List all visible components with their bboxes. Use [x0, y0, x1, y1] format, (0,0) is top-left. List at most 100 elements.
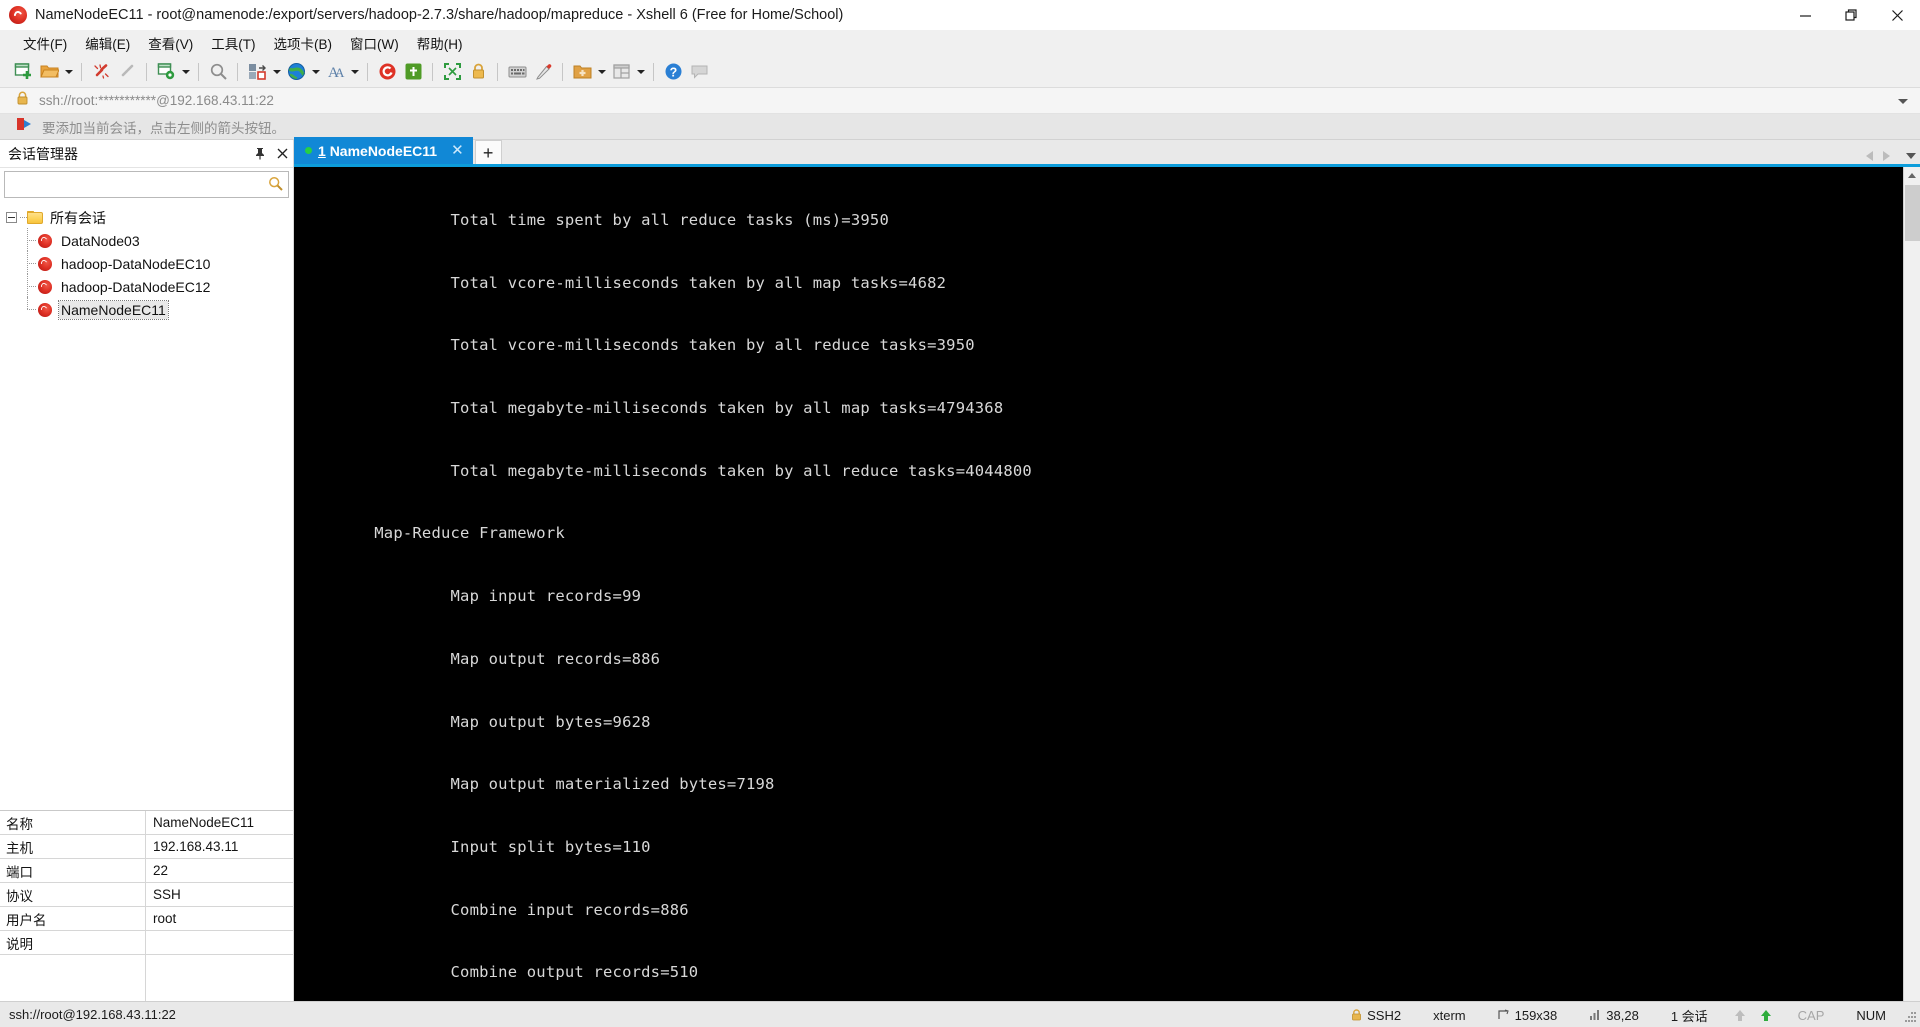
globe-icon[interactable] [283, 59, 309, 85]
transfer-file-icon[interactable] [244, 59, 270, 85]
layout-dropdown-icon[interactable] [634, 59, 647, 85]
sidebar-item-hadoop-datanodeec10[interactable]: hadoop-DataNodeEC10 [0, 251, 293, 275]
minimize-button[interactable] [1782, 0, 1828, 30]
new-tab-button[interactable]: + [474, 140, 502, 164]
terminal-line: Combine output records=510 [298, 963, 699, 982]
font-icon[interactable]: A A [322, 59, 348, 85]
sidebar-item-hadoop-datanodeec12[interactable]: hadoop-DataNodeEC12 [0, 274, 293, 298]
menu-help[interactable]: 帮助(H) [408, 30, 472, 56]
terminal-line: Map output materialized bytes=7198 [298, 775, 775, 794]
new-session-icon[interactable] [10, 59, 36, 85]
terminal-wrapper: Total time spent by all reduce tasks (ms… [294, 167, 1920, 1001]
transfer-file-dropdown-icon[interactable] [270, 59, 283, 85]
terminal-output[interactable]: Total time spent by all reduce tasks (ms… [294, 167, 1903, 1001]
tree-connector [27, 309, 36, 310]
protocol-label: SSH2 [1367, 1007, 1402, 1023]
tab-namenodeec11[interactable]: 1 NameNodeEC11 ✕ [294, 137, 473, 164]
title-bar: NameNodeEC11 - root@namenode:/export/ser… [0, 0, 1920, 30]
find-icon[interactable] [205, 59, 231, 85]
font-dropdown-icon[interactable] [348, 59, 361, 85]
close-icon[interactable]: ✕ [451, 143, 464, 158]
comment-icon[interactable] [686, 59, 712, 85]
collapse-box-icon[interactable] [6, 212, 17, 223]
open-folder-icon[interactable] [36, 59, 62, 85]
session-icon [37, 279, 53, 295]
property-value: 22 [153, 863, 169, 878]
session-properties-dropdown-icon[interactable] [179, 59, 192, 85]
property-value [146, 931, 293, 954]
menu-window[interactable]: 窗口(W) [341, 30, 408, 56]
window-controls [1782, 0, 1920, 30]
close-button[interactable] [1874, 0, 1920, 30]
chevron-down-icon[interactable] [1906, 153, 1916, 159]
status-num-lock: NUM [1856, 1007, 1886, 1023]
pin-icon[interactable] [249, 143, 271, 165]
chevron-right-icon[interactable] [1883, 151, 1890, 161]
session-search-box[interactable] [4, 171, 289, 198]
tab-title: NameNodeEC11 [329, 142, 438, 159]
xshell-icon[interactable] [374, 59, 400, 85]
session-manager-title: 会话管理器 [8, 145, 78, 162]
add-folder-icon[interactable] [569, 59, 595, 85]
hint-bar: 要添加当前会话，点击左侧的箭头按钮。 [0, 114, 1920, 140]
xftp-icon[interactable] [400, 59, 426, 85]
globe-dropdown-icon[interactable] [309, 59, 322, 85]
menu-edit[interactable]: 编辑(E) [76, 30, 139, 56]
xshell-icon [9, 6, 27, 24]
status-session-count: 1 会话 [1670, 1008, 1708, 1024]
toolbar-separator [497, 62, 498, 81]
menu-view[interactable]: 查看(V) [139, 30, 202, 56]
sidebar-item-datanode03[interactable]: DataNode03 [0, 228, 293, 252]
chevron-down-icon[interactable] [1898, 88, 1908, 114]
restore-button[interactable] [1828, 0, 1874, 30]
tree-root-all-sessions[interactable]: 所有会话 [0, 206, 293, 229]
disconnect-icon[interactable] [88, 59, 114, 85]
session-icon [37, 302, 53, 318]
terminal-line: Map-Reduce Framework [298, 524, 565, 543]
resize-grip-icon[interactable] [1902, 1002, 1918, 1027]
lock-icon[interactable] [465, 59, 491, 85]
status-size: 159x38 [1482, 1008, 1574, 1023]
menu-tabs[interactable]: 选项卡(B) [265, 30, 342, 56]
close-icon[interactable] [271, 143, 293, 165]
open-folder-dropdown-icon[interactable] [62, 59, 75, 85]
add-folder-dropdown-icon[interactable] [595, 59, 608, 85]
arrow-up-green-icon [1760, 1009, 1772, 1022]
arrow-flag-icon [16, 117, 32, 136]
address-bar[interactable]: ssh://root:***********@192.168.43.11:22 [0, 88, 1920, 114]
property-key: 名称 [0, 811, 146, 834]
keyboard-icon[interactable] [504, 59, 530, 85]
reconnect-icon[interactable] [114, 59, 140, 85]
terminal-line: Total megabyte-milliseconds taken by all… [298, 461, 1032, 480]
menu-file[interactable]: 文件(F) [14, 30, 76, 56]
terminal-line: Map input records=99 [298, 587, 642, 606]
terminal-line: Total megabyte-milliseconds taken by all… [298, 398, 1004, 417]
status-protocol: SSH2 [1335, 1008, 1417, 1023]
terminal-scrollbar[interactable] [1903, 167, 1920, 1001]
toolbar-separator [653, 62, 654, 81]
fullscreen-icon[interactable] [439, 59, 465, 85]
status-caps-lock: CAP [1797, 1007, 1825, 1023]
toolbar-separator [81, 62, 82, 81]
property-key: 用户名 [0, 907, 146, 930]
scrollbar-thumb[interactable] [1905, 185, 1920, 241]
chevron-left-icon[interactable] [1866, 151, 1873, 161]
menu-tools[interactable]: 工具(T) [202, 30, 264, 56]
toolbar-separator [367, 62, 368, 81]
scroll-up-button[interactable] [1903, 167, 1920, 184]
session-properties-icon[interactable] [153, 59, 179, 85]
highlight-icon[interactable] [530, 59, 556, 85]
property-key: 主机 [0, 835, 146, 858]
toolbar-separator [432, 62, 433, 81]
search-input[interactable] [5, 172, 288, 197]
toolbar-separator [146, 62, 147, 81]
help-icon[interactable]: ? [660, 59, 686, 85]
cursor-pos-icon [1589, 1009, 1601, 1021]
property-value-empty [146, 955, 293, 1001]
layout-icon[interactable] [608, 59, 634, 85]
table-row: 用户名 root [0, 907, 293, 931]
toolbar-separator [562, 62, 563, 81]
sidebar-item-namenodeec11[interactable]: NameNodeEC11 [0, 297, 293, 321]
tree-connector [27, 240, 36, 241]
search-icon[interactable] [268, 176, 283, 196]
